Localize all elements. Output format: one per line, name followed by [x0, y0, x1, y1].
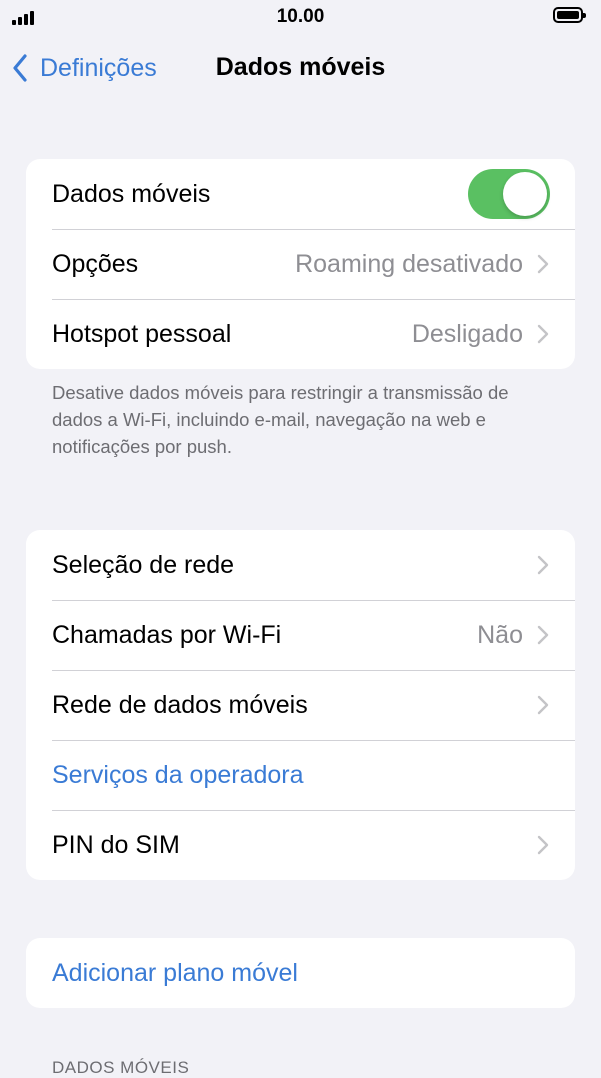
page-title: Dados móveis	[215, 53, 386, 81]
network-group: Seleção de rede Chamadas por Wi-Fi Não R…	[26, 530, 575, 880]
network-selection-label: Seleção de rede	[52, 550, 235, 579]
toggle-knob	[503, 172, 547, 216]
options-row[interactable]: Opções Roaming desativado	[26, 229, 575, 299]
add-mobile-plan-link[interactable]: Adicionar plano móvel	[52, 959, 549, 988]
mobile-data-toggle[interactable]	[468, 169, 550, 219]
mobile-data-footer-note: Desative dados móveis para restringir a …	[52, 382, 509, 457]
status-bar: 10.00	[0, 0, 601, 34]
chevron-right-icon	[537, 695, 549, 715]
mobile-data-section-header: DADOS MÓVEIS	[52, 1058, 190, 1077]
hotspot-row[interactable]: Hotspot pessoal Desligado	[26, 299, 575, 369]
chevron-right-icon	[537, 555, 549, 575]
network-selection-row[interactable]: Seleção de rede	[26, 530, 575, 600]
add-plan-row[interactable]: Adicionar plano móvel	[26, 938, 575, 1008]
mobile-data-network-label: Rede de dados móveis	[52, 690, 308, 719]
chevron-right-icon	[537, 254, 549, 274]
options-value: Roaming desativado	[295, 249, 523, 278]
options-label: Opções	[52, 249, 139, 278]
mobile-data-group: Dados móveis Opções Roaming desativado H…	[26, 159, 575, 369]
carrier-services-row[interactable]: Serviços da operadora	[26, 740, 575, 810]
battery-icon	[553, 7, 586, 23]
add-plan-group: Adicionar plano móvel	[26, 938, 575, 1008]
chevron-right-icon	[537, 625, 549, 645]
sim-pin-row[interactable]: PIN do SIM	[26, 810, 575, 880]
mobile-data-label: Dados móveis	[52, 179, 211, 208]
wifi-calling-row[interactable]: Chamadas por Wi-Fi Não	[26, 600, 575, 670]
hotspot-value: Desligado	[411, 319, 523, 348]
wifi-calling-label: Chamadas por Wi-Fi	[52, 620, 282, 649]
chevron-right-icon	[537, 324, 549, 344]
wifi-calling-value: Não	[477, 620, 523, 649]
carrier-services-link[interactable]: Serviços da operadora	[52, 761, 549, 790]
mobile-data-row: Dados móveis	[26, 159, 575, 229]
chevron-right-icon	[537, 835, 549, 855]
mobile-data-network-row[interactable]: Rede de dados móveis	[26, 670, 575, 740]
navigation-bar: Definições Dados móveis	[0, 40, 601, 96]
sim-pin-label: PIN do SIM	[52, 830, 180, 859]
hotspot-label: Hotspot pessoal	[52, 319, 232, 348]
status-time: 10.00	[276, 6, 325, 27]
